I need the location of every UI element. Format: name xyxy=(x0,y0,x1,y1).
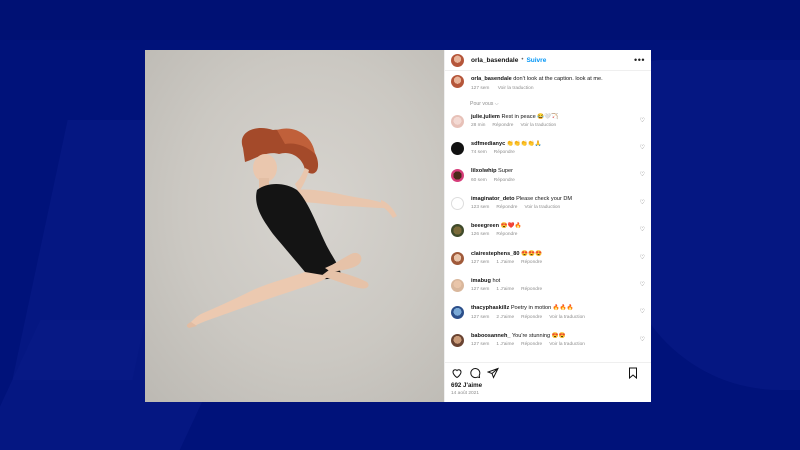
comment-text: Super xyxy=(498,168,513,175)
comment-icon[interactable] xyxy=(469,367,481,379)
comment-heart-icon[interactable]: ♡ xyxy=(640,117,645,124)
comment-username[interactable]: clairestephens_80 xyxy=(471,251,520,257)
comment-text: Rest in peace 😂🤍🏹 xyxy=(501,113,559,120)
comment-item: lilxolwhip Super 60 sem Répondre ♡ xyxy=(451,168,645,195)
comment-username[interactable]: baboosanneh_ xyxy=(471,333,510,339)
comment-username[interactable]: imaginator_deto xyxy=(471,196,515,202)
comment-time: 74 sem xyxy=(471,150,487,156)
caption-time: 127 sem xyxy=(471,86,490,92)
comment-username[interactable]: sdfmedianyc xyxy=(471,141,505,147)
caption-username[interactable]: orla_basendale xyxy=(471,76,512,82)
reply-link[interactable]: Répondre xyxy=(494,178,515,183)
comments-panel: orla_basendale • Suivre ••• orla_basenda… xyxy=(444,50,651,402)
commenter-avatar[interactable] xyxy=(451,278,464,292)
follow-button[interactable]: Suivre xyxy=(526,57,546,64)
translate-link[interactable]: Voir la traduction xyxy=(549,342,585,347)
comment-item: sdfmedianyc 👏👏👏👏🙏 74 sem Répondre ♡ xyxy=(451,141,645,168)
comment-time: 127 sem xyxy=(471,341,490,347)
comment-heart-icon[interactable]: ♡ xyxy=(640,308,645,315)
reply-link[interactable]: Répondre xyxy=(521,287,542,292)
comment-likes[interactable]: 1 J'aime xyxy=(496,260,514,265)
comment-item: clairestephens_80 😍😍😍 127 sem 1 J'aime Rép… xyxy=(451,251,645,278)
comment-item: imaginator_deto Please check your DM 123… xyxy=(451,196,645,223)
comment-text: 😍❤️🔥 xyxy=(500,223,522,230)
comment-heart-icon[interactable]: ♡ xyxy=(640,254,645,261)
comment-heart-icon[interactable]: ♡ xyxy=(640,226,645,233)
caption-text: don't look at the caption. look at me. xyxy=(513,76,603,82)
comment-time: 127 sem xyxy=(471,287,490,293)
comment-time: 126 sem xyxy=(471,232,490,238)
author-avatar[interactable] xyxy=(451,53,464,67)
translate-link[interactable]: Voir la traduction xyxy=(549,315,585,320)
reply-link[interactable]: Répondre xyxy=(494,150,515,155)
comment-text: 👏👏👏👏🙏 xyxy=(506,140,542,147)
comment-item: baboosanneh_ You're stunning 😍😍 127 sem 1… xyxy=(451,333,645,360)
comment-item: thacyphaskillz Poetry in motion 🔥🔥🔥 127 … xyxy=(451,305,645,332)
separator-dot: • xyxy=(521,57,524,63)
comment-item: imabug hot 127 sem 1 J'aime Répondre ♡ xyxy=(451,278,645,305)
comment-heart-icon[interactable]: ♡ xyxy=(640,171,645,178)
comment-username[interactable]: beeegreen xyxy=(471,223,499,229)
comment-time: 127 sem xyxy=(471,259,490,265)
comment-heart-icon[interactable]: ♡ xyxy=(640,199,645,206)
instagram-post: orla_basendale • Suivre ••• orla_basenda… xyxy=(145,50,651,402)
comment-likes[interactable]: 1 J'aime xyxy=(496,287,514,292)
comment-item: beeegreen 😍❤️🔥 126 sem Répondre ♡ xyxy=(451,223,645,250)
comment-text: Poetry in motion 🔥🔥🔥 xyxy=(510,305,574,312)
reply-link[interactable]: Répondre xyxy=(521,342,542,347)
heart-icon[interactable] xyxy=(451,367,463,379)
comment-username[interactable]: julie.juliem xyxy=(471,114,500,120)
comments-list[interactable]: orla_basendale don't look at the caption… xyxy=(445,71,651,362)
caption-translate-link[interactable]: Voir la traduction xyxy=(498,86,534,91)
caption: orla_basendale don't look at the caption… xyxy=(451,75,645,93)
share-icon[interactable] xyxy=(487,367,499,379)
author-username[interactable]: orla_basendale xyxy=(471,57,518,64)
reply-link[interactable]: Répondre xyxy=(521,260,542,265)
action-bar xyxy=(445,362,651,382)
post-header: orla_basendale • Suivre ••• xyxy=(445,50,651,71)
dancer-illustration xyxy=(186,128,397,328)
comment-username[interactable]: thacyphaskillz xyxy=(471,305,509,311)
post-date: 14 août 2021 xyxy=(451,391,480,396)
commenter-avatar[interactable] xyxy=(451,333,464,347)
likes-count[interactable]: 692 J'aime xyxy=(445,382,651,389)
reply-link[interactable]: Répondre xyxy=(496,232,517,237)
comment-heart-icon[interactable]: ♡ xyxy=(640,281,645,288)
comment-likes[interactable]: 1 J'aime xyxy=(496,342,514,347)
comment-filter-dropdown[interactable]: Pour vous ⌵ xyxy=(470,101,645,108)
commenter-avatar[interactable] xyxy=(451,224,464,238)
translate-link[interactable]: Voir la traduction xyxy=(524,205,560,210)
comment-heart-icon[interactable]: ♡ xyxy=(640,144,645,151)
reply-link[interactable]: Répondre xyxy=(521,315,542,320)
comment-username[interactable]: imabug xyxy=(471,278,491,284)
commenter-avatar[interactable] xyxy=(451,251,464,265)
comment-text: Please check your DM xyxy=(516,195,573,202)
comment-text: 😍😍😍 xyxy=(521,250,542,257)
bookmark-icon[interactable] xyxy=(627,367,639,379)
reply-link[interactable]: Répondre xyxy=(492,123,513,128)
commenter-avatar[interactable] xyxy=(451,169,464,183)
comment-time: 127 sem xyxy=(471,314,490,320)
commenter-avatar[interactable] xyxy=(451,141,464,155)
post-photo[interactable] xyxy=(145,50,444,402)
commenter-avatar[interactable] xyxy=(451,306,464,320)
comment-text: You're stunning 😍😍 xyxy=(511,332,566,339)
translate-link[interactable]: Voir la traduction xyxy=(520,123,556,128)
commenter-avatar[interactable] xyxy=(451,196,464,210)
comment-text: hot xyxy=(492,277,501,284)
caption-avatar[interactable] xyxy=(451,75,464,88)
comment-likes[interactable]: 2 J'aime xyxy=(496,315,514,320)
comment-heart-icon[interactable]: ♡ xyxy=(640,336,645,343)
comment-time: 60 sem xyxy=(471,177,487,183)
comment-time: 123 sem xyxy=(471,205,490,211)
reply-link[interactable]: Répondre xyxy=(496,205,517,210)
commenter-avatar[interactable] xyxy=(451,114,464,128)
comment-time: 28 min xyxy=(471,122,486,128)
comment-username[interactable]: lilxolwhip xyxy=(471,168,496,174)
background-band xyxy=(0,0,800,40)
more-options-icon[interactable]: ••• xyxy=(634,55,645,65)
comment-item: julie.juliem Rest in peace 😂🤍🏹 28 min Rép… xyxy=(451,114,645,141)
